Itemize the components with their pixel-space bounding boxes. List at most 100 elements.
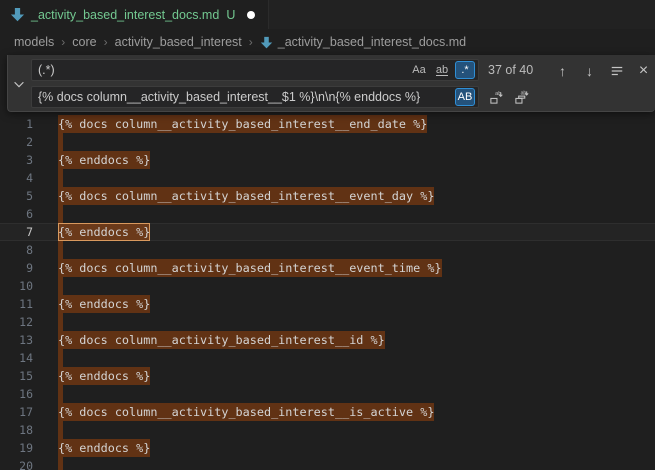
line-text[interactable] — [58, 241, 63, 259]
empty-match-highlight — [58, 349, 63, 367]
breadcrumb-item-folder[interactable]: activity_based_interest — [115, 35, 242, 49]
close-find-widget-button[interactable]: × — [633, 60, 654, 81]
preserve-case-button[interactable]: AB — [455, 88, 475, 106]
empty-match-highlight — [58, 241, 63, 259]
line-text[interactable] — [58, 133, 63, 151]
find-input[interactable]: (.*) Aa ab .* — [31, 59, 479, 81]
editor-line[interactable]: 10 — [0, 277, 655, 295]
match-count: 37 of 40 — [488, 59, 533, 81]
replace-button[interactable]: ab — [486, 87, 507, 108]
line-text[interactable]: {% enddocs %} — [58, 223, 150, 241]
line-text[interactable]: {% docs column__activity_based_interest_… — [58, 331, 385, 349]
empty-match-highlight — [58, 277, 63, 295]
match-highlight: {% docs column__activity_based_interest_… — [58, 187, 434, 205]
line-number: 11 — [0, 295, 46, 313]
line-text[interactable]: {% enddocs %} — [58, 439, 150, 457]
line-text[interactable] — [58, 349, 63, 367]
editor-line[interactable]: 8 — [0, 241, 655, 259]
line-text[interactable]: {% docs column__activity_based_interest_… — [58, 187, 434, 205]
line-text[interactable]: {% docs column__activity_based_interest_… — [58, 115, 427, 133]
line-text[interactable]: {% enddocs %} — [58, 295, 150, 313]
line-number: 13 — [0, 331, 46, 349]
vscode-window: _activity_based_interest_docs.md U model… — [0, 0, 655, 470]
line-number: 8 — [0, 241, 46, 259]
whole-word-button[interactable]: ab — [432, 61, 452, 79]
find-query[interactable]: (.*) — [32, 63, 409, 77]
editor-line[interactable]: 9 {% docs column__activity_based_interest… — [0, 259, 655, 277]
editor-line[interactable]: 7 {% enddocs %} — [0, 223, 655, 241]
next-match-button[interactable]: ↓ — [579, 60, 600, 81]
breadcrumb-item-models[interactable]: models — [14, 35, 54, 49]
line-number: 4 — [0, 169, 46, 187]
editor-line[interactable]: 3 {% enddocs %} — [0, 151, 655, 169]
previous-match-button[interactable]: ↑ — [552, 60, 573, 81]
line-number: 15 — [0, 367, 46, 385]
breadcrumb-separator-icon: › — [61, 35, 65, 49]
empty-match-highlight — [58, 169, 63, 187]
editor-line[interactable]: 5 {% docs column__activity_based_interest… — [0, 187, 655, 205]
line-number: 7 — [0, 223, 46, 241]
toggle-replace-chevron-icon[interactable] — [9, 55, 29, 112]
current-match-highlight: {% enddocs %} — [58, 223, 150, 241]
find-replace-widget: (.*) Aa ab .* 37 of 40 ↑ ↓ × {% docs col… — [7, 55, 655, 112]
editor-tab[interactable]: _activity_based_interest_docs.md U — [0, 0, 269, 29]
line-text[interactable] — [58, 205, 63, 223]
svg-text:ab: ab — [521, 91, 527, 97]
editor-line[interactable]: 4 — [0, 169, 655, 187]
line-number: 2 — [0, 133, 46, 151]
breadcrumb-separator-icon: › — [104, 35, 108, 49]
line-number: 3 — [0, 151, 46, 169]
tab-bar: _activity_based_interest_docs.md U — [0, 0, 655, 29]
replace-all-button[interactable]: ab — [511, 87, 532, 108]
line-number: 9 — [0, 259, 46, 277]
markdown-icon — [10, 7, 25, 22]
find-in-selection-button[interactable] — [606, 60, 627, 81]
empty-match-highlight — [58, 385, 63, 403]
match-highlight: {% enddocs %} — [58, 295, 150, 313]
breadcrumb-item-core[interactable]: core — [72, 35, 96, 49]
line-text[interactable] — [58, 313, 63, 331]
match-highlight: {% docs column__activity_based_interest_… — [58, 259, 442, 277]
line-number: 5 — [0, 187, 46, 205]
line-text[interactable] — [58, 277, 63, 295]
line-text[interactable]: {% docs column__activity_based_interest_… — [58, 259, 442, 277]
editor-content[interactable]: 1{% docs column__activity_based_interest… — [0, 115, 655, 470]
line-number: 14 — [0, 349, 46, 367]
editor-line[interactable]: 12 — [0, 313, 655, 331]
replace-input[interactable]: {% docs column__activity_based_interest_… — [31, 86, 479, 108]
editor-line[interactable]: 11 {% enddocs %} — [0, 295, 655, 313]
editor-line[interactable]: 2 — [0, 133, 655, 151]
breadcrumb-item-file[interactable]: _activity_based_interest_docs.md — [260, 35, 466, 49]
match-case-button[interactable]: Aa — [409, 61, 429, 79]
regex-button[interactable]: .* — [455, 61, 475, 79]
editor-line[interactable]: 17 {% docs column__activity_based_interes… — [0, 403, 655, 421]
empty-match-highlight — [58, 205, 63, 223]
editor-line[interactable]: 19{% enddocs %} — [0, 439, 655, 457]
breadcrumb: models › core › activity_based_interest … — [0, 29, 655, 55]
line-text[interactable]: {% enddocs %} — [58, 367, 150, 385]
line-text[interactable] — [58, 421, 63, 439]
editor-line[interactable]: 14 — [0, 349, 655, 367]
editor-line[interactable]: 6 — [0, 205, 655, 223]
empty-match-highlight — [58, 457, 63, 470]
line-text[interactable] — [58, 169, 63, 187]
editor-line[interactable]: 20 — [0, 457, 655, 470]
unsaved-changes-dot[interactable] — [247, 11, 255, 19]
line-text[interactable]: {% enddocs %} — [58, 151, 150, 169]
line-text[interactable] — [58, 457, 63, 470]
editor-line[interactable]: 16 — [0, 385, 655, 403]
match-highlight: {% enddocs %} — [58, 439, 150, 457]
editor-line[interactable]: 18 — [0, 421, 655, 439]
line-text[interactable] — [58, 385, 63, 403]
replace-value[interactable]: {% docs column__activity_based_interest_… — [32, 90, 455, 104]
empty-match-highlight — [58, 313, 63, 331]
line-number: 20 — [0, 457, 46, 470]
line-number: 17 — [0, 403, 46, 421]
editor-line[interactable]: 15 {% enddocs %} — [0, 367, 655, 385]
markdown-icon — [260, 36, 273, 49]
editor-line[interactable]: 1{% docs column__activity_based_interest… — [0, 115, 655, 133]
editor-line[interactable]: 13 {% docs column__activity_based_interes… — [0, 331, 655, 349]
line-text[interactable]: {% docs column__activity_based_interest_… — [58, 403, 434, 421]
breadcrumb-separator-icon: › — [249, 35, 253, 49]
empty-match-highlight — [58, 421, 63, 439]
